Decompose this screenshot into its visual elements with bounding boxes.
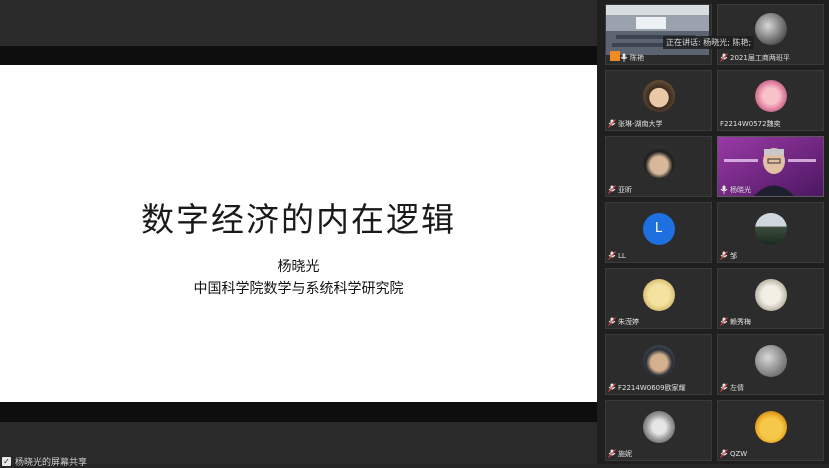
participant-name-bar: F2214W0572魏奕 — [720, 118, 781, 129]
participant-name-bar: F2214W0609欧家耀 — [608, 382, 686, 393]
participant-tile[interactable]: 施妮 — [605, 400, 712, 461]
cartoon-fruit-avatar — [754, 411, 787, 443]
participant-tile[interactable]: 亚昕 — [605, 136, 712, 197]
participant-name-bar: 陈艳 — [620, 52, 644, 63]
participant-name: 邹 — [730, 251, 737, 260]
microphone-off-icon[interactable] — [608, 317, 616, 326]
participant-name-bar: QZW — [720, 448, 747, 459]
landscape-photo — [754, 213, 787, 245]
microphone-icon[interactable] — [720, 185, 728, 194]
participant-name-bar: 亚昕 — [608, 184, 632, 195]
slide-author: 杨晓光 — [277, 259, 320, 275]
check-icon: ✓ — [2, 456, 11, 466]
participant-name: LL — [618, 251, 626, 260]
participant-name: F2214W0609欧家耀 — [618, 383, 686, 392]
cat-photo — [642, 411, 675, 443]
letterbox-top — [0, 46, 597, 65]
participant-tile[interactable]: L LL — [605, 202, 712, 263]
participant-tile[interactable]: 2021届工商两班平 — [717, 4, 824, 65]
participant-tile[interactable]: 赖秀梅 — [717, 268, 824, 329]
participant-tile[interactable]: 邹 — [717, 202, 824, 263]
sketch-portrait-avatar — [754, 279, 787, 311]
participant-name-bar: 施妮 — [608, 448, 632, 459]
participant-name-bar: 朱滢婷 — [608, 316, 639, 327]
microphone-off-icon[interactable] — [720, 383, 728, 392]
microphone-off-icon[interactable] — [720, 251, 728, 260]
planet-photo — [754, 13, 787, 45]
participant-name: QZW — [730, 449, 748, 458]
slide-affiliation: 中国科学院数学与系统科学研究院 — [193, 281, 404, 297]
participant-name: 亚昕 — [618, 185, 632, 194]
participant-name: 张琳-湖南大学 — [618, 119, 663, 128]
participant-name-bar: 张琳-湖南大学 — [608, 118, 663, 129]
participant-name: 朱滢婷 — [618, 317, 639, 326]
share-bottom-bar — [0, 422, 597, 464]
man-glasses-photo — [642, 345, 675, 377]
microphone-off-icon[interactable] — [720, 449, 728, 458]
participant-name: 杨晓光 — [730, 185, 751, 194]
screen-share-indicator[interactable]: ✓ 杨晓光的屏幕共享 — [2, 456, 88, 468]
presentation-slide: 数字经济的内在逻辑 杨晓光 中国科学院数学与系统科学研究院 — [0, 65, 597, 402]
participant-name: 左倩 — [730, 383, 744, 392]
microphone-off-icon[interactable] — [720, 317, 728, 326]
microphone-off-icon[interactable] — [608, 383, 616, 392]
pink-costume-photo — [754, 80, 787, 112]
slide-title: 数字经济的内在逻辑 — [141, 200, 456, 239]
participant-tile[interactable]: F2214W0572魏奕 — [717, 70, 824, 131]
participant-tile[interactable]: 张琳-湖南大学 — [605, 70, 712, 131]
microphone-off-icon[interactable] — [608, 449, 616, 458]
participant-name: 陈艳 — [630, 53, 644, 62]
microphone-off-icon[interactable] — [608, 185, 616, 194]
participant-name: 施妮 — [618, 449, 632, 458]
participant-name-bar: LL — [608, 250, 626, 261]
shared-screen: 数字经济的内在逻辑 杨晓光 中国科学院数学与系统科学研究院 ✓ 杨晓光的屏幕共享 — [0, 0, 597, 468]
participant-name-bar: 杨晓光 — [720, 184, 751, 195]
microphone-off-icon[interactable] — [608, 119, 616, 128]
participant-tile[interactable]: 陈艳 — [605, 4, 712, 65]
participant-name-bar: 左倩 — [720, 382, 744, 393]
participant-tile[interactable]: 左倩 — [717, 334, 824, 395]
screen-share-label: 杨晓光的屏幕共享 — [15, 457, 88, 468]
participant-name-bar: 赖秀梅 — [720, 316, 751, 327]
child-photo — [642, 80, 675, 112]
letterbox-bottom — [0, 402, 597, 422]
active-speaker-tile[interactable]: 杨晓光 — [717, 136, 824, 197]
participant-name-bar: 2021届工商两班平 — [720, 52, 790, 63]
cartoon-dog-avatar — [642, 279, 675, 311]
participant-gallery: 陈艳 2021届工商两班平 正在讲话: 杨晓光; 陈艳; 张琳-湖南大学 F22… — [597, 0, 829, 464]
letter-avatar: L — [642, 213, 675, 245]
microphone-icon[interactable] — [620, 53, 628, 62]
participant-name: F2214W0572魏奕 — [720, 119, 781, 128]
participant-tile[interactable]: QZW — [717, 400, 824, 461]
participant-name: 2021届工商两班平 — [730, 53, 790, 62]
speaking-now-label: 正在讲话: 杨晓光; 陈艳; — [663, 36, 755, 49]
participant-name-bar: 邹 — [720, 250, 737, 261]
share-top-bar — [0, 0, 597, 46]
young-man-photo — [642, 146, 675, 178]
microphone-off-icon[interactable] — [720, 53, 728, 62]
participant-tile[interactable]: 朱滢婷 — [605, 268, 712, 329]
participant-name: 赖秀梅 — [730, 317, 751, 326]
texture-photo — [754, 345, 787, 377]
microphone-off-icon[interactable] — [608, 251, 616, 260]
participant-tile[interactable]: F2214W0609欧家耀 — [605, 334, 712, 395]
